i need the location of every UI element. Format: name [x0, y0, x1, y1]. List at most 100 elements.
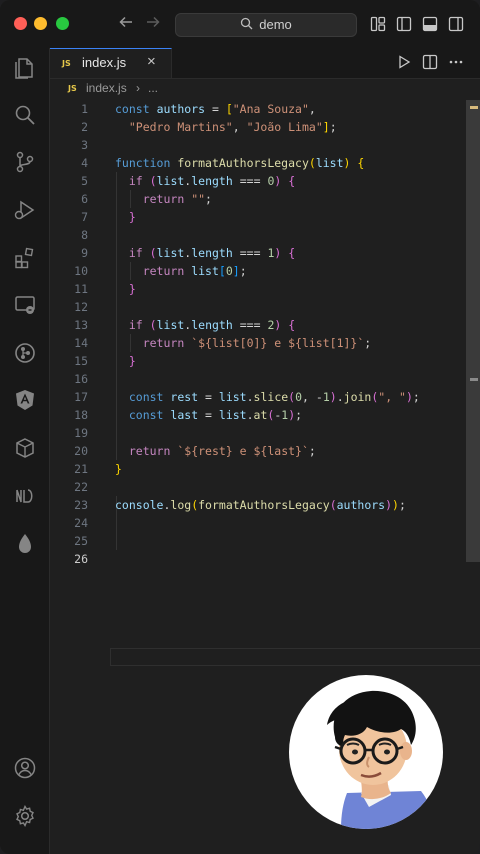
line-number: 2 [81, 120, 88, 134]
code-text: } [128, 354, 136, 368]
activity-bar [0, 48, 50, 854]
line-number: 6 [81, 192, 88, 206]
breadcrumb-separator: › [136, 81, 140, 95]
search-icon [240, 15, 253, 37]
code-line[interactable]: 18 const last = list.at(-1); [50, 406, 466, 424]
code-line[interactable]: 14 return `${list[0]} e ${list[1]}`; [50, 334, 466, 352]
code-text: if (list.length === 1) { [128, 246, 296, 260]
code-line[interactable]: 26 [50, 550, 466, 568]
run-debug-icon[interactable] [13, 198, 37, 222]
source-control-icon[interactable] [13, 150, 37, 174]
settings-gear-icon[interactable] [13, 804, 37, 828]
run-file-icon[interactable] [396, 54, 412, 75]
search-icon[interactable] [13, 103, 37, 127]
line-number: 16 [74, 372, 88, 386]
code-text: "Pedro Martins", "João Lima"]; [128, 120, 337, 134]
search-text: demo [259, 17, 292, 32]
tab-bar: JS index.js × [50, 48, 480, 79]
command-center-search[interactable]: demo [175, 13, 357, 37]
toggle-panel-icon[interactable] [422, 16, 438, 32]
code-text: return ""; [142, 192, 212, 206]
code-line[interactable]: 13 if (list.length === 2) { [50, 316, 466, 334]
more-actions-icon[interactable] [448, 54, 464, 75]
extensions-icon[interactable] [13, 246, 37, 270]
scroll-marker [470, 106, 478, 109]
breadcrumb: JS index.js › ... [50, 80, 480, 98]
title-bar: demo [0, 0, 480, 49]
toggle-secondary-sidebar-icon[interactable] [448, 16, 464, 32]
json-icon[interactable] [13, 484, 37, 508]
code-line[interactable]: 12 [50, 298, 466, 316]
toggle-primary-sidebar-icon[interactable] [396, 16, 412, 32]
zoom-window-button[interactable] [56, 17, 69, 30]
line-number: 12 [74, 300, 88, 314]
line-number: 9 [81, 246, 88, 260]
line-number: 25 [74, 534, 88, 548]
scroll-marker [470, 378, 478, 381]
line-number: 4 [81, 156, 88, 170]
gitlens-icon[interactable] [13, 341, 37, 365]
close-window-button[interactable] [14, 17, 27, 30]
code-line[interactable]: 5 if (list.length === 0) { [50, 172, 466, 190]
line-number: 14 [74, 336, 88, 350]
remote-explorer-icon[interactable] [13, 293, 37, 317]
code-line[interactable]: 16 [50, 370, 466, 388]
editor-scrollbar[interactable] [466, 100, 480, 562]
code-line[interactable]: 2 "Pedro Martins", "João Lima"]; [50, 118, 466, 136]
code-line[interactable]: 6 return ""; [50, 190, 466, 208]
liveshare-icon[interactable] [13, 532, 37, 556]
code-text: } [115, 462, 122, 476]
arrow-right-icon[interactable] [145, 14, 161, 35]
containers-icon[interactable] [13, 436, 37, 460]
line-number: 8 [81, 228, 88, 242]
line-number: 1 [81, 102, 88, 116]
code-line[interactable]: 7 } [50, 208, 466, 226]
files-icon[interactable] [13, 56, 37, 80]
line-number: 23 [74, 498, 88, 512]
code-line[interactable]: 1 const authors = ["Ana Souza", [50, 100, 466, 118]
code-text: return `${list[0]} e ${list[1]}`; [142, 336, 372, 350]
js-file-icon: JS [68, 84, 77, 93]
code-line[interactable]: 23 console.log(formatAuthorsLegacy(author… [50, 496, 466, 514]
breadcrumb-symbol[interactable]: ... [148, 81, 158, 95]
code-line[interactable]: 17 const rest = list.slice(0, -1).join("… [50, 388, 466, 406]
line-number: 19 [74, 426, 88, 440]
code-line[interactable]: 3 [50, 136, 466, 154]
code-line[interactable]: 25 [50, 532, 466, 550]
code-line[interactable]: 8 [50, 226, 466, 244]
code-text: return `${rest} e ${last}`; [128, 444, 316, 458]
line-number: 7 [81, 210, 88, 224]
code-text: const authors = ["Ana Souza", [115, 102, 316, 116]
minimize-window-button[interactable] [34, 17, 47, 30]
code-text: const rest = list.slice(0, -1).join(", "… [128, 390, 420, 404]
code-line[interactable]: 19 [50, 424, 466, 442]
account-icon[interactable] [13, 756, 37, 780]
editor-window: demo JS index.js × JS index.js › ... 1 c… [0, 0, 480, 854]
line-number: 15 [74, 354, 88, 368]
customize-layout-icon[interactable] [370, 16, 386, 32]
code-line[interactable]: 4 function formatAuthorsLegacy(list) { [50, 154, 466, 172]
code-text: return list[0]; [142, 264, 247, 278]
angular-icon[interactable] [13, 388, 37, 412]
code-text: console.log(formatAuthorsLegacy(authors)… [115, 498, 406, 512]
code-line[interactable]: 9 if (list.length === 1) { [50, 244, 466, 262]
split-editor-icon[interactable] [422, 54, 438, 75]
line-number: 18 [74, 408, 88, 422]
line-number: 24 [74, 516, 88, 530]
line-number: 20 [74, 444, 88, 458]
line-number: 3 [81, 138, 88, 152]
tab-index-js[interactable]: JS index.js × [50, 48, 172, 78]
code-line[interactable]: 22 [50, 478, 466, 496]
close-icon[interactable]: × [147, 53, 156, 70]
code-line[interactable]: 11 } [50, 280, 466, 298]
code-line[interactable]: 10 return list[0]; [50, 262, 466, 280]
breadcrumb-file[interactable]: index.js [86, 81, 127, 95]
code-line[interactable]: 20 return `${rest} e ${last}`; [50, 442, 466, 460]
code-line[interactable]: 24 [50, 514, 466, 532]
code-text: if (list.length === 0) { [128, 174, 296, 188]
code-line[interactable]: 15 } [50, 352, 466, 370]
arrow-left-icon[interactable] [118, 14, 134, 35]
js-file-icon: JS [62, 59, 71, 68]
code-text: } [128, 282, 136, 296]
code-line[interactable]: 21} [50, 460, 466, 478]
